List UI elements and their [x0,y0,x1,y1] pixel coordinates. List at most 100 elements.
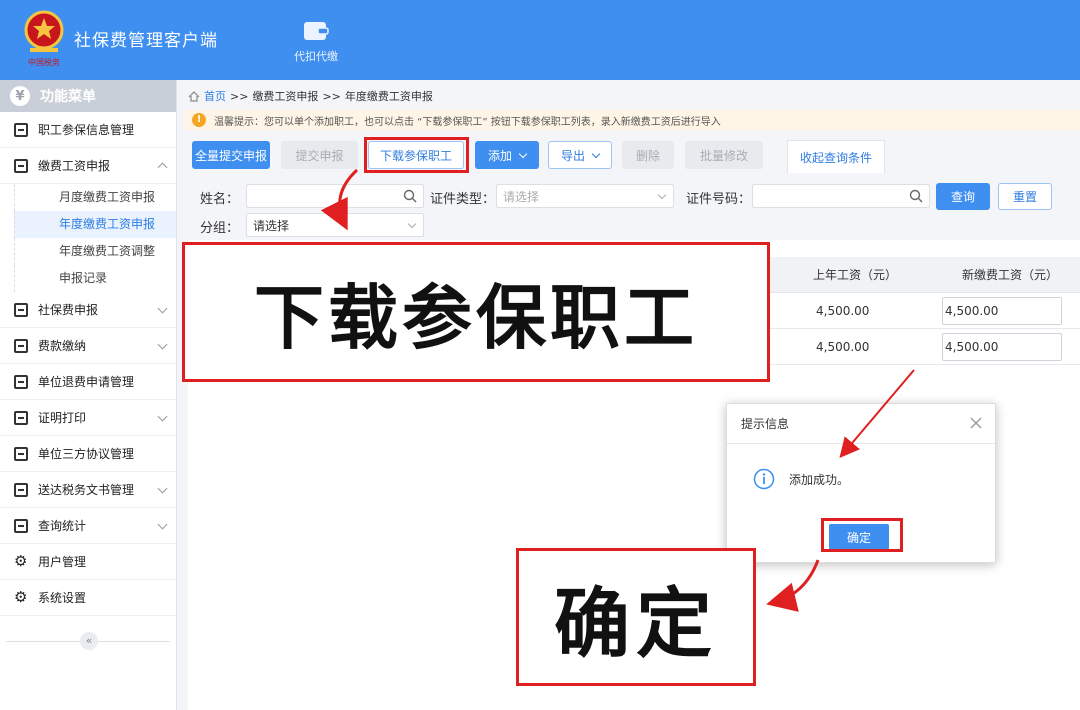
group-select-value: 请选择 [253,218,290,233]
warning-icon: ! [192,113,206,127]
breadcrumb-separator: >> [230,89,249,103]
delete-button[interactable]: 删除 [622,141,674,169]
breadcrumb-home-link[interactable]: 首页 [204,88,226,104]
chart-icon [14,518,28,533]
submit-button[interactable]: 提交申报 [281,141,358,169]
sidebar-item-label: 社保费申报 [38,303,99,317]
sidebar-item-wage-declaration[interactable]: 缴费工资申报 [0,148,176,184]
group-select[interactable]: 请选择 [246,213,424,237]
info-icon [753,468,775,490]
sidebar-item-label: 缴费工资申报 [38,159,111,173]
edit-icon [14,158,28,173]
name-label: 姓名： [200,192,240,207]
dialog-title: 提示信息 [741,417,790,431]
sidebar-subitem-annual[interactable]: 年度缴费工资申报 [14,211,176,238]
chevron-down-icon [657,190,667,200]
sidebar-item-settings[interactable]: ⚙ 系统设置 [0,580,176,616]
sidebar-item-label: 送达税务文书管理 [38,483,135,497]
chevron-down-icon [407,219,417,229]
sidebar-item-statistics[interactable]: 查询统计 [0,508,176,544]
withholding-tool-label: 代扣代缴 [294,50,338,63]
sidebar-subitem-records[interactable]: 申报记录 [14,265,176,292]
home-icon [188,90,200,102]
sidebar-title-label: 功能菜单 [40,89,96,105]
withholding-tool-button[interactable]: 代扣代缴 [286,18,346,64]
sidebar-subitem-monthly[interactable]: 月度缴费工资申报 [14,184,176,211]
tip-text: 温馨提示：您可以单个添加职工，也可以点击 “下载参保职工” 按钮下载参保职工列表… [214,116,721,128]
column-header-last-year: 上年工资（元） [812,268,897,282]
ok-button-highlight [821,518,903,552]
name-input[interactable] [246,184,424,208]
doc-icon [14,302,28,317]
group-label: 分组： [200,221,240,236]
export-button[interactable]: 导出 [548,141,612,169]
id-type-label: 证件类型： [430,192,496,207]
id-number-label: 证件号码： [686,192,752,207]
last-year-wage-cell: 4,500.00 [816,304,870,318]
breadcrumb-separator: >> [322,89,341,103]
book-icon [14,446,28,461]
new-wage-input[interactable]: 4,500.00 [942,333,1062,361]
breadcrumb-level1[interactable]: 缴费工资申报 [252,88,318,104]
table-row[interactable]: 4,500.00 4,500.00 [770,293,1080,329]
stamp-icon [14,482,28,497]
table-header: 上年工资（元） 新缴费工资（元） [770,257,1080,293]
sidebar-collapse-button[interactable]: « [80,632,98,650]
sidebar-item-tax-documents[interactable]: 送达税务文书管理 [0,472,176,508]
app-header: 中国税务 社保费管理客户端 代扣代缴 [0,0,1080,80]
sidebar-item-refund[interactable]: 单位退费申请管理 [0,364,176,400]
chevron-down-icon [157,519,168,530]
breadcrumb: 首页 >> 缴费工资申报 >> 年度缴费工资申报 [188,88,433,104]
app-title: 社保费管理客户端 [74,31,218,51]
sidebar-item-social-fee[interactable]: 社保费申报 [0,292,176,328]
reset-button[interactable]: 重置 [998,183,1052,210]
sidebar-item-label: 证明打印 [38,411,87,425]
close-icon[interactable] [969,416,983,430]
query-button[interactable]: 查询 [936,183,990,210]
sidebar-item-label: 系统设置 [38,591,87,605]
sidebar-title: ¥ 功能菜单 [0,80,176,112]
column-header-new-wage: 新缴费工资（元） [961,268,1058,282]
add-button[interactable]: 添加 [475,141,539,169]
yen-icon: ¥ [10,86,30,106]
download-button-highlight [364,137,469,173]
tax-emblem-logo: 中国税务 [24,10,64,67]
sidebar: ¥ 功能菜单 职工参保信息管理 缴费工资申报 月度缴费工资申报 年度缴费工资申报… [0,80,177,710]
sidebar-item-insured-info[interactable]: 职工参保信息管理 [0,112,176,148]
id-type-select[interactable]: 请选择 [496,184,674,208]
id-number-input[interactable] [752,184,930,208]
new-wage-input[interactable]: 4,500.00 [942,297,1062,325]
confirm-caption: 确定 [516,548,756,686]
sidebar-item-label: 用户管理 [38,555,87,569]
gear-icon: ⚙ [14,552,28,570]
dialog-message: 添加成功。 [789,472,850,487]
chevron-down-icon [518,149,528,158]
chevron-down-icon [157,303,168,314]
sidebar-item-label: 费款缴纳 [38,339,87,353]
chevron-down-icon [157,339,168,350]
print-icon [14,410,28,425]
grid-icon [14,122,28,137]
sidebar-item-tripartite[interactable]: 单位三方协议管理 [0,436,176,472]
table-row[interactable]: 4,500.00 4,500.00 [770,329,1080,365]
breadcrumb-current: 年度缴费工资申报 [344,90,433,103]
sidebar-item-label: 单位三方协议管理 [38,447,135,461]
batch-edit-button[interactable]: 批量修改 [685,141,763,169]
submit-all-button[interactable]: 全量提交申报 [192,141,270,169]
export-button-label: 导出 [560,148,585,163]
sidebar-item-users[interactable]: ⚙ 用户管理 [0,544,176,580]
chevron-down-icon [157,483,168,494]
sidebar-item-label: 职工参保信息管理 [38,123,135,137]
sidebar-subitem-annual-adjust[interactable]: 年度缴费工资调整 [14,238,176,265]
collapse-query-tab[interactable]: 收起查询条件 [787,140,885,173]
tip-bar: ! 温馨提示：您可以单个添加职工，也可以点击 “下载参保职工” 按钮下载参保职工… [184,110,1080,130]
sidebar-item-payment[interactable]: 费款缴纳 [0,328,176,364]
search-icon [403,189,417,203]
grid-icon [14,374,28,389]
sidebar-item-certificate-print[interactable]: 证明打印 [0,400,176,436]
chevron-down-icon [157,411,168,422]
last-year-wage-cell: 4,500.00 [816,340,870,354]
download-caption: 下载参保职工 [182,242,770,382]
svg-text:中国税务: 中国税务 [28,57,60,67]
sidebar-item-label: 单位退费申请管理 [38,375,135,389]
